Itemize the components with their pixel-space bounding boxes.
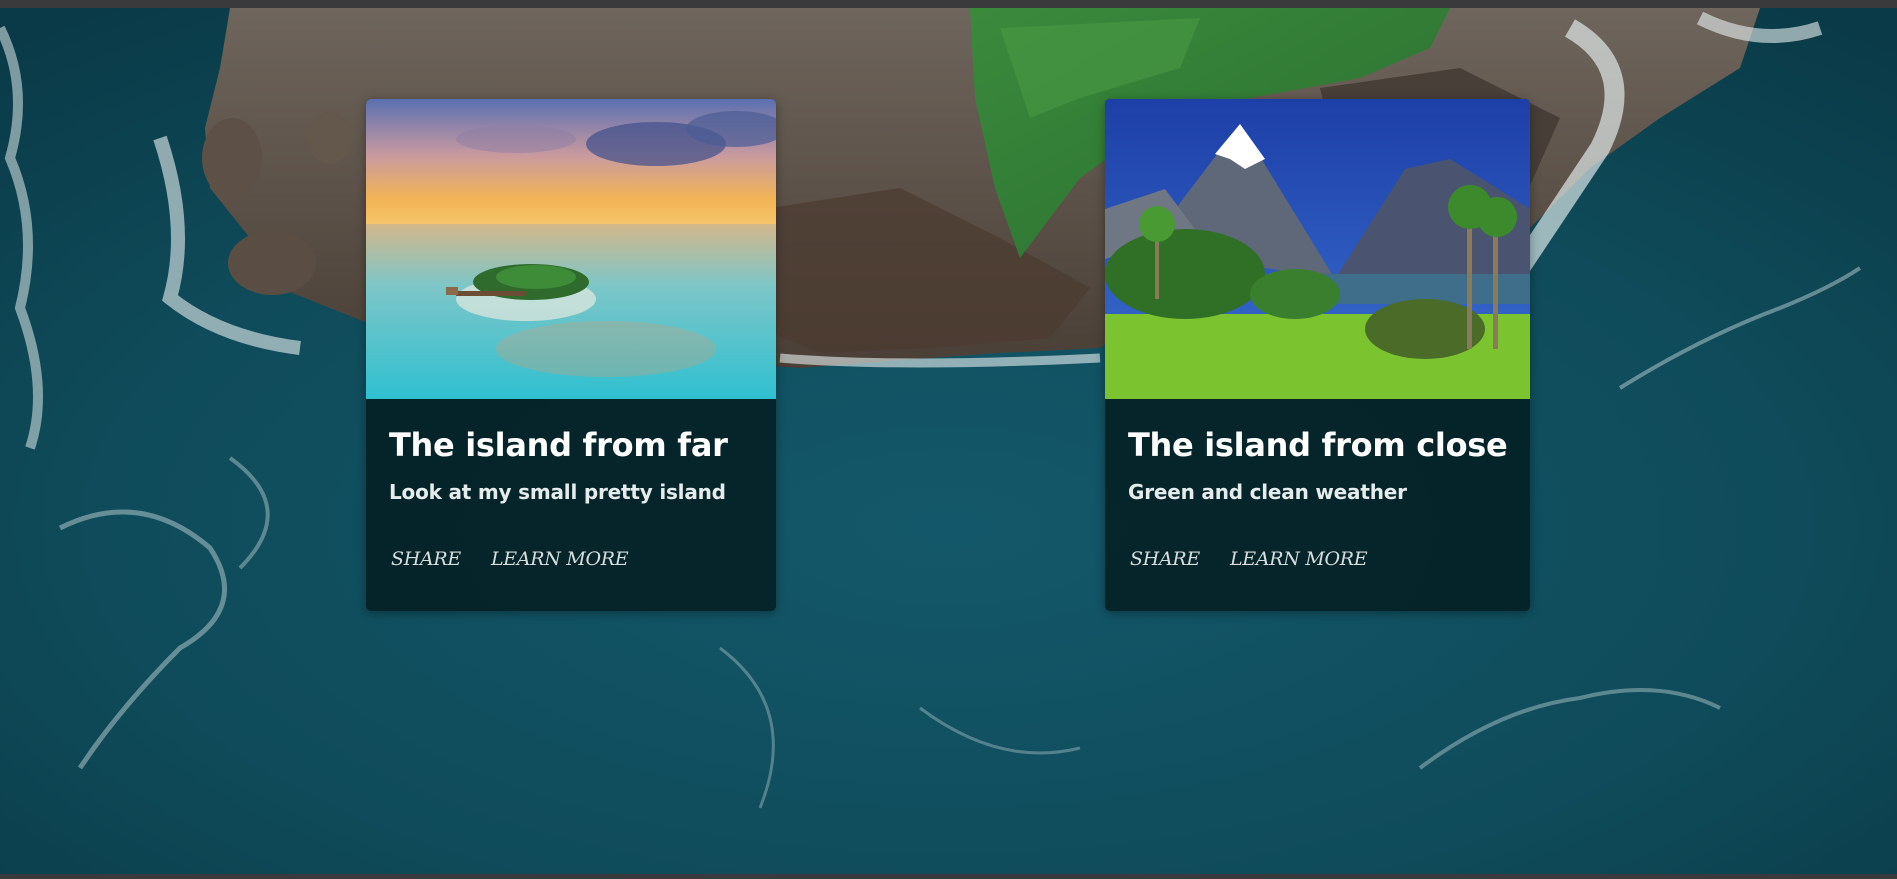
card-title: The island from far [389,426,728,464]
island-from-close-image-graphic [1105,99,1530,399]
share-button[interactable]: SHARE [391,548,461,570]
browser-top-edge [0,0,1897,8]
card-subtitle: Look at my small pretty island [389,480,726,504]
browser-bottom-edge [0,874,1897,879]
page: The island from far Look at my small pre… [0,0,1897,879]
island-from-close-image[interactable] [1105,99,1530,399]
share-button[interactable]: SHARE [1130,548,1200,570]
card-body: The island from close Green and clean we… [1105,399,1530,570]
card-actions: SHARE LEARN MORE [1128,548,1507,570]
card-title: The island from close [1128,426,1508,464]
learn-more-button[interactable]: LEARN MORE [491,548,629,570]
card-body: The island from far Look at my small pre… [366,399,776,570]
card-island-far: The island from far Look at my small pre… [366,99,776,611]
coastline-background-image [0,8,1897,874]
island-from-far-image-graphic [366,99,776,399]
card-actions: SHARE LEARN MORE [389,548,753,570]
island-from-far-image[interactable] [366,99,776,399]
card-island-close: The island from close Green and clean we… [1105,99,1530,611]
card-subtitle: Green and clean weather [1128,480,1407,504]
learn-more-button[interactable]: LEARN MORE [1230,548,1368,570]
